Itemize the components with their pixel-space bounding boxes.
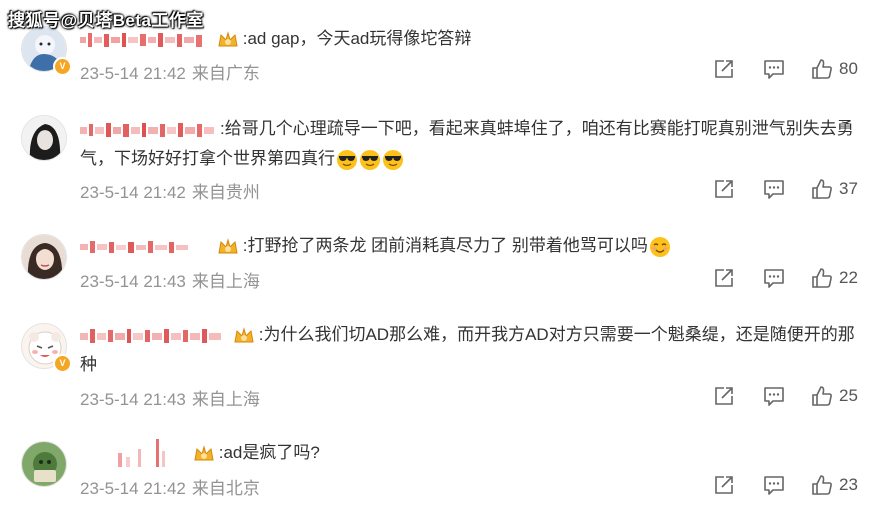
share-icon [715, 269, 733, 287]
comment-meta: 23-5-14 21:42 来自广东 [80, 59, 260, 84]
comment-time: 23-5-14 21:42 [80, 183, 186, 202]
share-icon [715, 387, 733, 405]
comment-actions: 80 [713, 58, 861, 80]
like-count: 80 [839, 59, 858, 78]
comment-meta: 23-5-14 21:42 来自贵州 [80, 178, 260, 203]
like-button[interactable]: 23 [811, 474, 861, 496]
comment-location: 来自上海 [191, 272, 260, 291]
like-button[interactable]: 22 [811, 267, 861, 289]
thumbs-up-icon [812, 475, 832, 495]
comment-item: :给哥几个心理疏导一下吧，看起来真蚌埠住了，咱还有比赛能打呢真别泄气别失去勇气，… [0, 95, 883, 210]
comment-body: :ad是疯了吗? [80, 438, 860, 469]
comment-icon [764, 476, 784, 495]
crown-icon [194, 444, 214, 461]
comment-time: 23-5-14 21:42 [80, 64, 186, 83]
comment-body: :为什么我们切AD那么难，而开我方AD对方只需要一个魁桑缇，还是随便开的那种 [80, 320, 860, 380]
username-pixelated[interactable] [80, 31, 210, 49]
verified-badge-icon: V [53, 354, 72, 373]
comment-meta: 23-5-14 21:43 来自上海 [80, 267, 260, 292]
share-button[interactable] [713, 178, 735, 200]
like-button[interactable]: 25 [811, 385, 861, 407]
comment-button[interactable] [763, 385, 785, 407]
comment-location: 来自贵州 [191, 183, 260, 202]
comment-text: :打野抢了两条龙 团前消耗真尽力了 别带着他骂可以吗 [242, 236, 648, 255]
username-pixelated[interactable] [80, 327, 226, 345]
comment-location: 来自广东 [191, 64, 260, 83]
comment-icon [764, 269, 784, 288]
thumbs-up-icon [812, 386, 832, 406]
comment-icon [764, 180, 784, 199]
comment-item: :打野抢了两条龙 团前消耗真尽力了 别带着他骂可以吗 23-5-14 21:43… [0, 210, 883, 298]
share-button[interactable] [713, 385, 735, 407]
comment-button[interactable] [763, 267, 785, 289]
comment-button[interactable] [763, 58, 785, 80]
share-icon [715, 60, 733, 78]
comment-actions: 37 [713, 178, 861, 200]
comment-icon [764, 60, 784, 79]
crown-icon [218, 30, 238, 47]
sunglasses-emoji-icon [360, 149, 380, 170]
like-count: 25 [839, 386, 858, 405]
comment-meta: 23-5-14 21:42 来自北京 [80, 474, 260, 499]
comment-time: 23-5-14 21:42 [80, 479, 186, 498]
sunglasses-emoji-icon [337, 149, 357, 170]
sunglasses-emoji-icon [383, 149, 403, 170]
comment-button[interactable] [763, 474, 785, 496]
share-icon [715, 180, 733, 198]
avatar[interactable] [21, 234, 67, 280]
crown-icon [234, 326, 254, 343]
share-button[interactable] [713, 474, 735, 496]
username-pixelated[interactable] [80, 438, 186, 469]
comment-text: :ad是疯了吗? [218, 443, 320, 462]
comment-body: :给哥几个心理疏导一下吧，看起来真蚌埠住了，咱还有比赛能打呢真别泄气别失去勇气，… [80, 114, 860, 174]
comment-item: :ad是疯了吗? 23-5-14 21:42 来自北京 23 [0, 416, 883, 508]
avatar[interactable] [21, 115, 67, 161]
like-count: 22 [839, 268, 858, 287]
comment-location: 来自上海 [191, 390, 260, 409]
verified-badge-icon: V [53, 57, 72, 76]
avatar[interactable] [21, 441, 67, 487]
comment-actions: 25 [713, 385, 861, 407]
comment-time: 23-5-14 21:43 [80, 272, 186, 291]
like-count: 23 [839, 475, 858, 494]
share-icon [715, 476, 733, 494]
like-count: 37 [839, 179, 858, 198]
watermark: 搜狐号@贝塔Beta工作室 [8, 11, 204, 30]
comment-body: :打野抢了两条龙 团前消耗真尽力了 别带着他骂可以吗 [80, 231, 860, 261]
comment-meta: 23-5-14 21:43 来自上海 [80, 385, 260, 410]
comment-time: 23-5-14 21:43 [80, 390, 186, 409]
username-pixelated[interactable] [80, 121, 220, 139]
blush-emoji-icon [649, 236, 670, 257]
share-button[interactable] [713, 267, 735, 289]
like-button[interactable]: 80 [811, 58, 861, 80]
comment-actions: 23 [713, 474, 861, 496]
comment-item: V :为什么我们切AD那么难，而开我方AD对方只需要一个魁桑缇，还是随便开的那种… [0, 298, 883, 416]
share-button[interactable] [713, 58, 735, 80]
comment-icon [764, 387, 784, 406]
comment-actions: 22 [713, 267, 861, 289]
thumbs-up-icon [812, 268, 832, 288]
comment-location: 来自北京 [191, 479, 260, 498]
thumbs-up-icon [812, 179, 832, 199]
like-button[interactable]: 37 [811, 178, 861, 200]
thumbs-up-icon [812, 59, 832, 79]
comment-text: :ad gap，今天ad玩得像坨答辩 [242, 29, 472, 48]
crown-icon [218, 237, 238, 254]
username-pixelated[interactable] [80, 238, 210, 256]
comment-button[interactable] [763, 178, 785, 200]
